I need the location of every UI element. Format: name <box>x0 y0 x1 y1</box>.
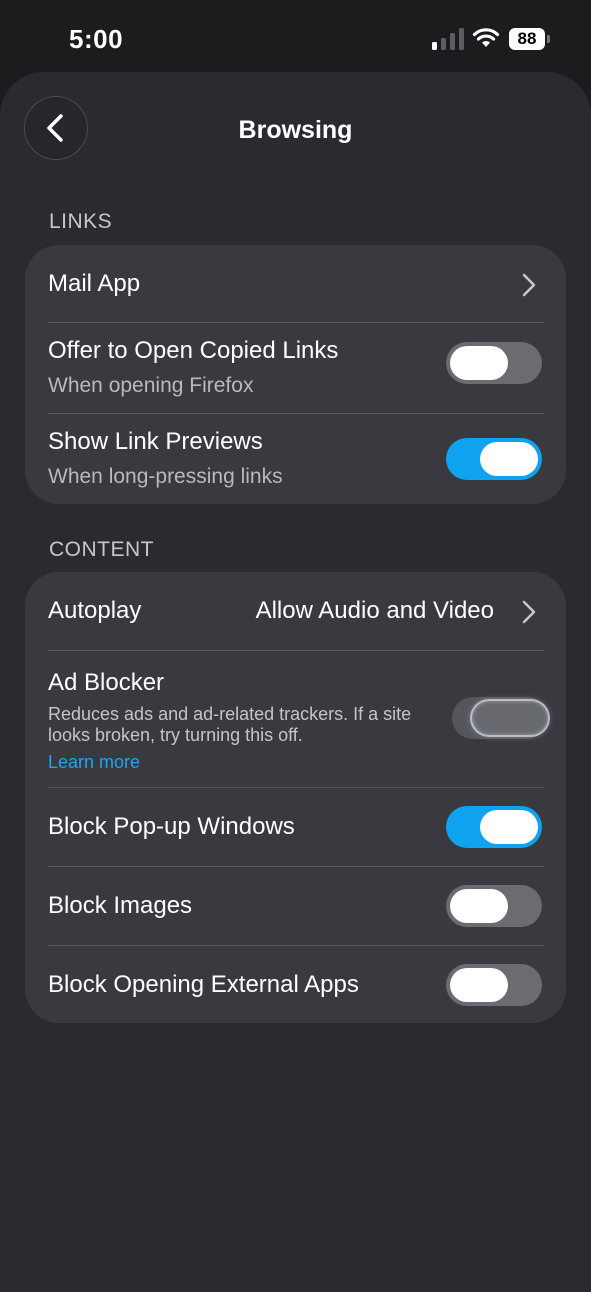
block-popups-row: Block Pop-up Windows <box>25 788 566 866</box>
autoplay-value: Allow Audio and Video <box>255 597 494 624</box>
wifi-icon <box>472 28 500 47</box>
chevron-right-icon <box>522 273 536 297</box>
cellular-signal-icon <box>432 28 464 50</box>
status-time: 5:00 <box>69 24 124 54</box>
chevron-right-icon <box>522 600 536 624</box>
links-card: Mail App Offer to Open Copied Links When… <box>25 245 566 504</box>
block-images-row: Block Images <box>25 867 566 945</box>
mail-app-label: Mail App <box>48 270 141 297</box>
ad-blocker-toggle[interactable] <box>452 697 550 739</box>
show-link-previews-label: Show Link Previews <box>48 428 263 455</box>
autoplay-label: Autoplay <box>48 597 142 624</box>
open-copied-links-toggle[interactable] <box>446 342 542 384</box>
open-copied-links-subtitle: When opening Firefox <box>48 374 254 397</box>
block-external-apps-label: Block Opening External Apps <box>48 971 359 998</box>
content-card: Autoplay Allow Audio and Video Ad Blocke… <box>25 572 566 1023</box>
ad-blocker-row: Ad Blocker Reduces ads and ad-related tr… <box>25 651 566 787</box>
ad-blocker-label: Ad Blocker <box>48 669 165 696</box>
block-images-toggle[interactable] <box>446 885 542 927</box>
open-copied-links-row: Offer to Open Copied Links When opening … <box>25 323 566 413</box>
show-link-previews-toggle[interactable] <box>446 438 542 480</box>
page-title: Browsing <box>238 116 353 144</box>
battery-icon: 88 <box>509 28 551 50</box>
settings-sheet: Browsing LINKS Mail App Offer to Open Co… <box>0 72 591 1292</box>
ad-blocker-description: Reduces ads and ad-related trackers. If … <box>48 704 412 745</box>
block-images-label: Block Images <box>48 892 193 919</box>
mail-app-row[interactable]: Mail App <box>25 245 566 322</box>
block-popups-toggle[interactable] <box>446 806 542 848</box>
block-external-apps-row: Block Opening External Apps <box>25 946 566 1023</box>
autoplay-row[interactable]: Autoplay Allow Audio and Video <box>25 572 566 650</box>
open-copied-links-label: Offer to Open Copied Links <box>48 337 339 364</box>
block-external-apps-toggle[interactable] <box>446 964 542 1006</box>
show-link-previews-subtitle: When long-pressing links <box>48 465 283 488</box>
learn-more-link[interactable]: Learn more <box>48 752 140 773</box>
block-popups-label: Block Pop-up Windows <box>48 813 295 840</box>
show-link-previews-row: Show Link Previews When long-pressing li… <box>25 414 566 504</box>
battery-level: 88 <box>509 28 545 50</box>
status-bar: 5:00 88 <box>0 0 591 72</box>
links-section-header: LINKS <box>49 210 113 233</box>
content-section-header: CONTENT <box>49 538 154 561</box>
